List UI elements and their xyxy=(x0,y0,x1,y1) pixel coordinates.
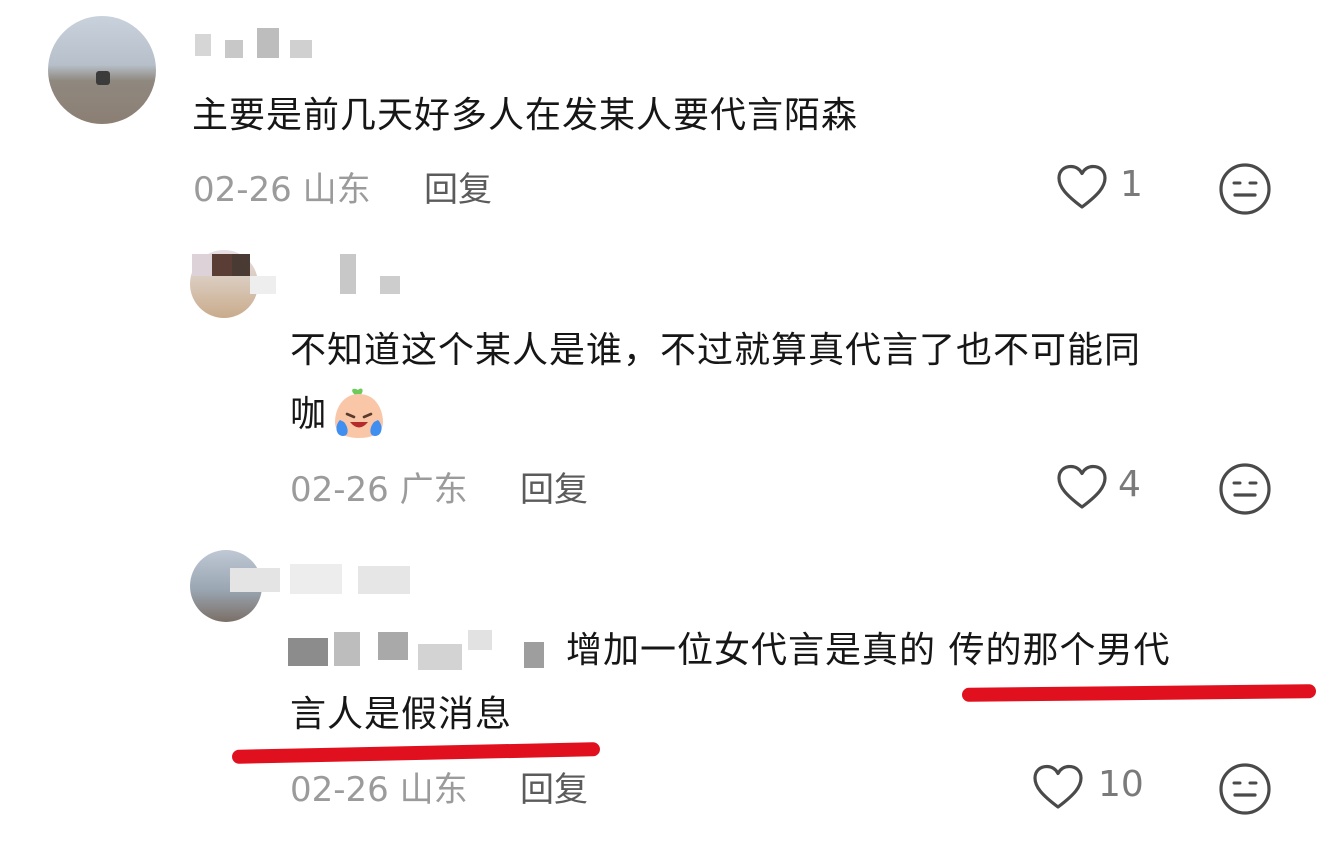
comment-location: 山东 xyxy=(302,170,371,210)
mention-blurred[interactable] xyxy=(288,628,556,674)
comment-text-line-1: 不知道这个某人是谁，不过就算真代言了也不可能同 xyxy=(290,330,1142,371)
like-count: 10 xyxy=(1098,764,1144,805)
avatar-figure xyxy=(96,71,110,85)
comment-meta: 02-26 广东 xyxy=(290,462,468,511)
comment-meta: 02-26 山东 xyxy=(193,162,371,211)
neutral-face-icon[interactable] xyxy=(1218,762,1272,816)
reply-button[interactable]: 回复 xyxy=(520,762,588,811)
reply-button[interactable]: 回复 xyxy=(424,162,492,211)
comment-location: 山东 xyxy=(399,770,468,810)
comment-text: 主要是前几天好多人在发某人要代言陌森 xyxy=(192,95,859,136)
comment-text-line-2: 言人是假消息 xyxy=(290,694,513,735)
username-blurred[interactable] xyxy=(230,560,430,600)
comment-text-line-1: 增加一位女代言是真的 传的那个男代 xyxy=(566,630,1171,671)
username-blurred[interactable] xyxy=(195,22,325,68)
like-count: 4 xyxy=(1118,464,1141,505)
comment-text-line-2: 咖 xyxy=(290,384,327,446)
like-count: 1 xyxy=(1120,164,1143,205)
comment-date: 02-26 xyxy=(193,170,292,210)
neutral-face-icon[interactable] xyxy=(1218,462,1272,516)
comment-text-line-2-text: 咖 xyxy=(290,394,328,435)
heart-icon[interactable] xyxy=(1056,464,1108,510)
avatar[interactable] xyxy=(48,16,156,124)
comment-location: 广东 xyxy=(399,470,468,510)
crying-laughing-emoji-icon xyxy=(330,386,388,442)
red-underline-annotation xyxy=(961,684,1317,702)
comment-meta: 02-26 山东 xyxy=(290,762,468,811)
heart-icon[interactable] xyxy=(1056,164,1108,210)
username-blurred[interactable] xyxy=(192,248,402,298)
reply-button[interactable]: 回复 xyxy=(520,462,588,511)
heart-icon[interactable] xyxy=(1032,764,1084,810)
neutral-face-icon[interactable] xyxy=(1218,162,1272,216)
comment-date: 02-26 xyxy=(290,470,389,510)
red-underline-annotation xyxy=(231,742,601,764)
comment-date: 02-26 xyxy=(290,770,389,810)
